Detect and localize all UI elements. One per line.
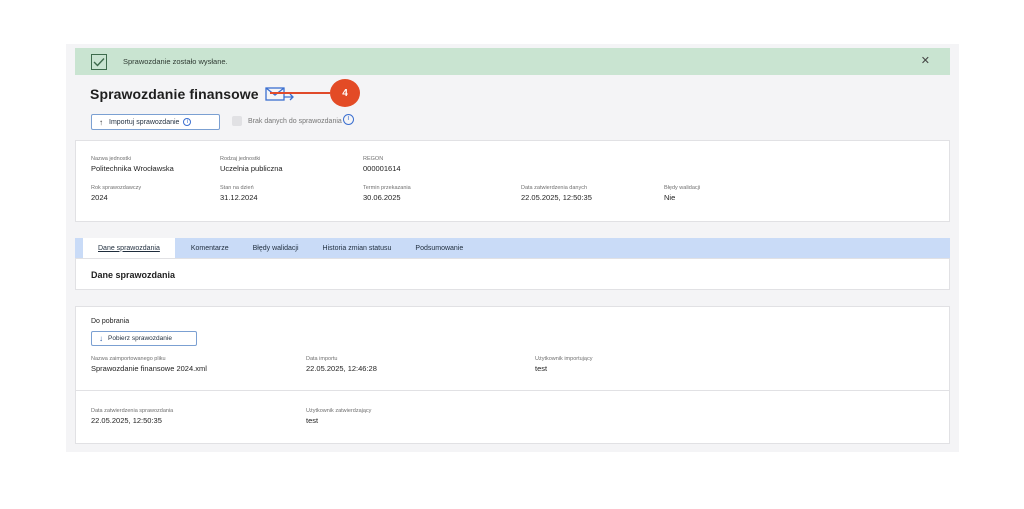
callout-line (270, 92, 330, 94)
tab-comments[interactable]: Komentarze (183, 238, 237, 258)
tab-validation-errors[interactable]: Błędy walidacji (245, 238, 307, 258)
no-data-checkbox[interactable] (232, 116, 242, 126)
import-button[interactable]: ↑ Importuj sprawozdanie i (91, 114, 220, 130)
import-button-label: Importuj sprawozdanie (109, 118, 180, 126)
download-button-label: Pobierz sprawozdanie (108, 335, 172, 342)
tab-report-data[interactable]: Dane sprawozdania (83, 238, 175, 258)
download-report-button[interactable]: ↓ Pobierz sprawozdanie (91, 331, 197, 346)
tab-status-history[interactable]: Historia zmian statusu (315, 238, 400, 258)
no-data-label: Brak danych do sprawozdania (248, 117, 342, 125)
callout-badge: 4 (330, 79, 360, 107)
info-icon[interactable]: i (342, 113, 354, 125)
close-icon[interactable]: ✕ (921, 55, 930, 67)
arrow-down-icon: ↓ (99, 334, 103, 343)
no-data-checkbox-row[interactable]: Brak danych do sprawozdania i (232, 113, 354, 126)
info-icon[interactable]: i (183, 118, 192, 126)
page-title: Sprawozdanie finansowe (90, 86, 259, 102)
tab-bar: Dane sprawozdania Komentarze Błędy walid… (75, 238, 950, 258)
send-mail-icon[interactable] (265, 86, 295, 102)
arrow-up-icon: ↑ (99, 117, 103, 127)
banner-message: Sprawozdanie zostało wysłane. (123, 57, 228, 66)
success-banner: Sprawozdanie zostało wysłane. ✕ (75, 48, 950, 75)
tab-summary[interactable]: Podsumowanie (407, 238, 471, 258)
page-header: Sprawozdanie finansowe (90, 84, 295, 104)
checkbox-checked-icon (91, 53, 107, 70)
